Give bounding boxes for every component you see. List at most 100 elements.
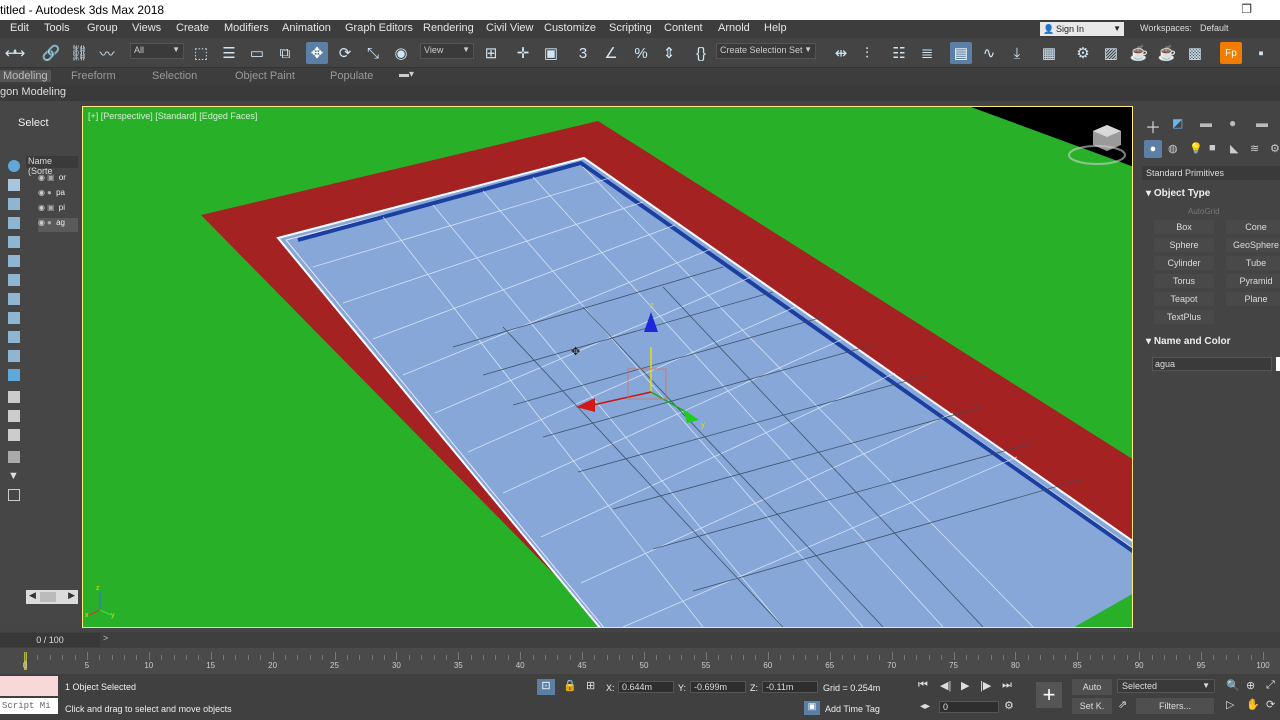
plane-button[interactable]: Plane	[1226, 292, 1280, 306]
menu-civil-view[interactable]: Civil View	[486, 22, 533, 34]
autogrid-checkbox[interactable]: AutoGrid	[1188, 207, 1220, 216]
scene-explorer-icon[interactable]: ☷	[888, 42, 910, 64]
ribbon-options-icon[interactable]: ▬▾	[399, 69, 414, 80]
rect-selection-icon[interactable]: ▭	[246, 42, 268, 64]
maxscript-listener[interactable]	[0, 676, 58, 696]
add-time-tag[interactable]: Add Time Tag	[825, 704, 880, 714]
object-name-input[interactable]: agua	[1152, 357, 1272, 371]
teapot-button[interactable]: Teapot	[1154, 292, 1214, 306]
time-slider-thumb[interactable]: 0 / 100	[0, 633, 100, 647]
menu-scripting[interactable]: Scripting	[609, 22, 652, 34]
spacewarps-filter-icon[interactable]	[8, 274, 20, 286]
material-editor-icon[interactable]: ▦	[1038, 42, 1060, 64]
menu-tools[interactable]: Tools	[44, 22, 70, 34]
next-frame-icon[interactable]: |▶	[980, 679, 991, 692]
time-tag-icon[interactable]: ▣	[804, 701, 820, 715]
time-slider[interactable]: 0 / 100 >	[0, 632, 1280, 648]
menu-create[interactable]: Create	[176, 22, 209, 34]
cameras-filter-icon[interactable]	[8, 236, 20, 248]
filter-icon[interactable]: ▼	[8, 470, 20, 482]
menu-animation[interactable]: Animation	[282, 22, 331, 34]
zoom-all-icon[interactable]: ⊕	[1246, 679, 1255, 692]
primitive-category-dropdown[interactable]: Standard Primitives	[1142, 166, 1280, 180]
chevron-left-icon[interactable]: ◀	[29, 590, 36, 601]
project-folder-icon[interactable]: Fp	[1220, 42, 1242, 64]
auto-key-button[interactable]: Auto	[1072, 679, 1112, 695]
layer-explorer-icon[interactable]: ≣	[916, 42, 938, 64]
rendered-frame-window-icon[interactable]: ▨	[1100, 42, 1122, 64]
reference-coord-dropdown[interactable]: View ▼	[420, 43, 474, 59]
window-crossing-icon[interactable]: ⧉	[274, 42, 296, 64]
list-item[interactable]: ◉ ● pa	[38, 188, 78, 202]
asset-tracking-icon[interactable]: ▪	[1250, 42, 1272, 64]
scrollbar-thumb[interactable]	[40, 592, 56, 602]
key-filter-dropdown[interactable]: Selected ▼	[1117, 679, 1215, 693]
go-to-start-icon[interactable]: ⏮	[918, 679, 928, 692]
eye-icon[interactable]: ◉	[38, 218, 45, 227]
curve-editor-icon[interactable]: ∿	[978, 42, 1000, 64]
explorer-horizontal-scrollbar[interactable]: ◀ ▶	[26, 590, 78, 604]
eye-icon[interactable]: ◉	[38, 173, 45, 182]
sign-in-dropdown[interactable]: 👤 Sign In ▼	[1040, 22, 1124, 36]
geometry-icon[interactable]: ●	[1144, 140, 1162, 158]
space-warps-icon[interactable]: ≋	[1250, 142, 1259, 155]
lights-icon[interactable]: 💡	[1189, 142, 1203, 155]
create-tab-icon[interactable]: ＋	[1145, 114, 1161, 138]
pyramid-button[interactable]: Pyramid	[1226, 274, 1280, 288]
snaps-toggle-icon[interactable]: 3	[572, 42, 594, 64]
name-column-header[interactable]: Name (Sorte	[26, 156, 78, 176]
go-to-end-icon[interactable]: ⏭	[1002, 679, 1012, 692]
perspective-viewport[interactable]: [+] [Perspective] [Standard] [Edged Face…	[82, 106, 1133, 628]
previous-frame-icon[interactable]: ◀|	[940, 679, 951, 692]
selection-filter-dropdown[interactable]: All ▼	[130, 43, 184, 59]
display-all-icon[interactable]	[8, 369, 20, 381]
box-button[interactable]: Box	[1154, 220, 1214, 234]
y-coord-field[interactable]: -0.699m	[690, 681, 746, 693]
z-coord-field[interactable]: -0.11m	[762, 681, 818, 693]
spinner-snap-icon[interactable]: ⇕	[658, 42, 680, 64]
restore-icon[interactable]: ❐	[1241, 2, 1252, 16]
menu-modifiers[interactable]: Modifiers	[224, 22, 269, 34]
list-item[interactable]: ◉ ▣ or	[38, 173, 78, 187]
play-icon[interactable]: ▶	[961, 679, 969, 692]
ribbon-panel-title[interactable]: gon Modeling	[0, 86, 66, 98]
angle-snap-icon[interactable]: ∠	[600, 42, 622, 64]
object-type-rollout[interactable]: ▾ Object Type	[1146, 188, 1210, 199]
absolute-mode-icon[interactable]: ⊞	[586, 679, 595, 692]
lock-icon[interactable]: 🔒	[563, 679, 577, 692]
name-color-rollout[interactable]: ▾ Name and Color	[1146, 336, 1231, 347]
bind-space-warp-icon[interactable]: 〰	[96, 42, 118, 64]
sphere-button[interactable]: Sphere	[1154, 238, 1214, 252]
zoom-icon[interactable]: 🔍	[1226, 679, 1240, 692]
current-frame-field[interactable]: 0	[939, 701, 999, 713]
render-online-icon[interactable]: ▩	[1184, 42, 1206, 64]
set-key-mode-button[interactable]: Set K.	[1072, 698, 1112, 714]
shapes-icon[interactable]: ◍	[1168, 142, 1178, 155]
hierarchy-tab-icon[interactable]: ▬	[1200, 116, 1212, 130]
menu-arnold[interactable]: Arnold	[718, 22, 750, 34]
select-and-rotate-icon[interactable]: ⟳	[334, 42, 356, 64]
select-object-icon[interactable]: ⬚	[190, 42, 212, 64]
edit-named-selection-icon[interactable]: {}	[690, 42, 712, 64]
ribbon-tab-freeform[interactable]: Freeform	[71, 70, 116, 82]
unlink-icon[interactable]: ⛓	[68, 42, 90, 64]
cameras-icon[interactable]: ■	[1209, 142, 1216, 154]
field-of-view-icon[interactable]: ▷	[1226, 698, 1234, 711]
toggle-ribbon-icon[interactable]: ▤	[950, 42, 972, 64]
motion-tab-icon[interactable]: ●	[1229, 116, 1236, 130]
display-tab-icon[interactable]: ▬	[1256, 116, 1268, 130]
modify-tab-icon[interactable]: ◩	[1172, 116, 1183, 130]
display-none-icon[interactable]	[8, 160, 20, 172]
selection-set-dropdown[interactable]: Create Selection Set ▼	[716, 43, 816, 59]
workspace-selector[interactable]: Default	[1200, 23, 1229, 33]
isolate-selection-icon[interactable]: ⊡	[537, 679, 555, 695]
eye-icon[interactable]: ◉	[38, 188, 45, 197]
textplus-button[interactable]: TextPlus	[1154, 310, 1214, 324]
chevron-right-icon[interactable]: ▶	[68, 590, 75, 601]
list-item[interactable]: ◉ ● ag	[38, 218, 78, 232]
cylinder-button[interactable]: Cylinder	[1154, 256, 1214, 270]
geosphere-button[interactable]: GeoSphere	[1226, 238, 1280, 252]
key-mode-icon[interactable]: ◂▸	[920, 701, 930, 712]
helpers-icon[interactable]: ◣	[1230, 142, 1238, 155]
keyboard-shortcut-icon[interactable]: ▣	[540, 42, 562, 64]
